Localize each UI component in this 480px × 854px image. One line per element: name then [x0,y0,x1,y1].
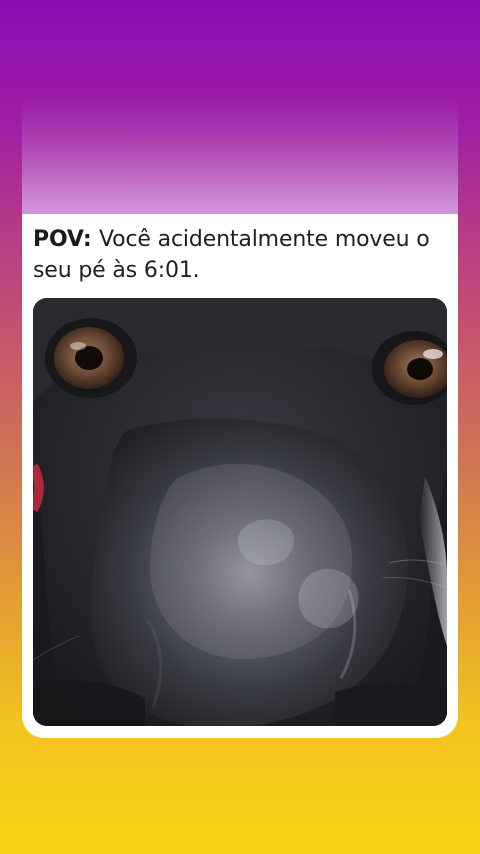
caption-lead: POV: [33,227,99,252]
caption-text-block: POV: Você acidentalmente moveu o seu pé … [33,224,443,286]
dog-photo [33,298,447,726]
top-gradient-panel [22,98,458,214]
dog-face-image [33,298,447,726]
post-container: POV: Você acidentalmente moveu o seu pé … [0,0,480,854]
meme-card: POV: Você acidentalmente moveu o seu pé … [22,214,458,738]
